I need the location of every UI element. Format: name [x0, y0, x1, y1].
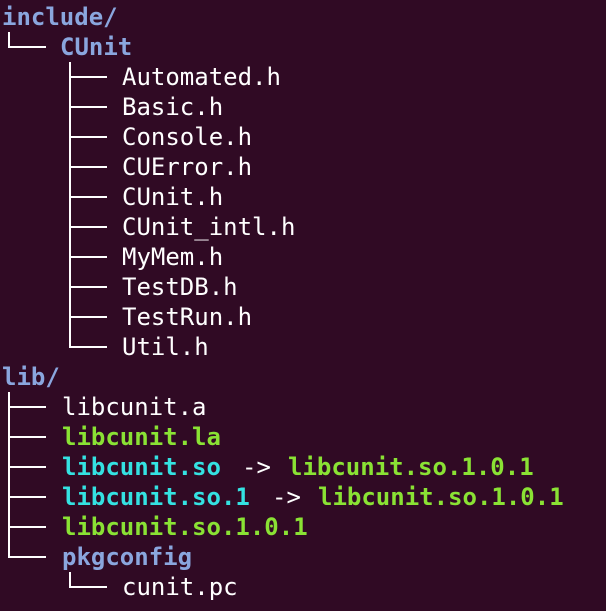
tree-row-include: include/ [0, 2, 118, 32]
file-cunit-pc: cunit.pc [122, 573, 238, 601]
tree-row-file: Console.h [0, 122, 252, 152]
tree-connector-horizontal [69, 586, 107, 588]
file-util-h: Util.h [122, 333, 209, 361]
file-libcunit-so-1-0-1: libcunit.so.1.0.1 [62, 513, 308, 541]
symlink-arrow: -> [272, 483, 301, 511]
tree-row-file: Util.h [0, 332, 209, 362]
file-testrun-h: TestRun.h [122, 303, 253, 331]
tree-connector-horizontal [8, 406, 46, 408]
dir-pkgconfig: pkgconfig [62, 543, 193, 571]
tree-connector-horizontal [69, 316, 107, 318]
tree-connector-horizontal [69, 226, 107, 228]
tree-row-file: CUError.h [0, 152, 252, 182]
file-console-h: Console.h [122, 123, 253, 151]
file-mymem-h: MyMem.h [122, 243, 224, 271]
tree-row-file: Basic.h [0, 92, 223, 122]
tree-connector-horizontal [69, 196, 107, 198]
dir-include: include/ [2, 3, 118, 31]
tree-connector-horizontal [8, 556, 46, 558]
terminal-window: include/ CUnit Automated.h Basic.h Conso… [0, 0, 606, 611]
tree-connector-horizontal [69, 76, 107, 78]
tree-row-file: MyMem.h [0, 242, 223, 272]
tree-connector-horizontal [69, 346, 107, 348]
file-cuerror-h: CUError.h [122, 153, 253, 181]
tree-connector-horizontal [69, 106, 107, 108]
file-testdb-h: TestDB.h [122, 273, 238, 301]
tree-connector-horizontal [69, 166, 107, 168]
tree-connector-horizontal [69, 136, 107, 138]
tree-connector-horizontal [8, 436, 46, 438]
tree-connector-vertical [69, 62, 71, 346]
tree-connector-horizontal [8, 496, 46, 498]
file-libcunit-a: libcunit.a [62, 393, 207, 421]
tree-connector-horizontal [8, 46, 46, 48]
tree-row-file: TestRun.h [0, 302, 252, 332]
tree-connector-horizontal [8, 526, 46, 528]
dir-lib: lib/ [2, 363, 60, 391]
file-cunit-h: CUnit.h [122, 183, 224, 211]
file-libcunit-la: libcunit.la [62, 423, 221, 451]
tree-connector-vertical [8, 392, 10, 556]
tree-row-lib: lib/ [0, 362, 60, 392]
tree-row-file: CUnit_intl.h [0, 212, 295, 242]
symlink-arrow: -> [242, 453, 271, 481]
tree-connector-horizontal [8, 466, 46, 468]
tree-row-file: Automated.h [0, 62, 281, 92]
tree-row-file: TestDB.h [0, 272, 238, 302]
dir-cunit: CUnit [60, 33, 133, 61]
file-automated-h: Automated.h [122, 63, 281, 91]
tree-connector-horizontal [69, 286, 107, 288]
symlink-target: libcunit.so.1.0.1 [288, 453, 534, 481]
file-cunit-intl-h: CUnit_intl.h [122, 213, 296, 241]
symlink-libcunit-so-1: libcunit.so.1 [62, 483, 250, 511]
file-basic-h: Basic.h [122, 93, 224, 121]
tree-row-file: CUnit.h [0, 182, 223, 212]
tree-row-file: cunit.pc [0, 572, 238, 602]
symlink-libcunit-so: libcunit.so [62, 453, 221, 481]
symlink-target: libcunit.so.1.0.1 [318, 483, 564, 511]
tree-connector-horizontal [69, 256, 107, 258]
